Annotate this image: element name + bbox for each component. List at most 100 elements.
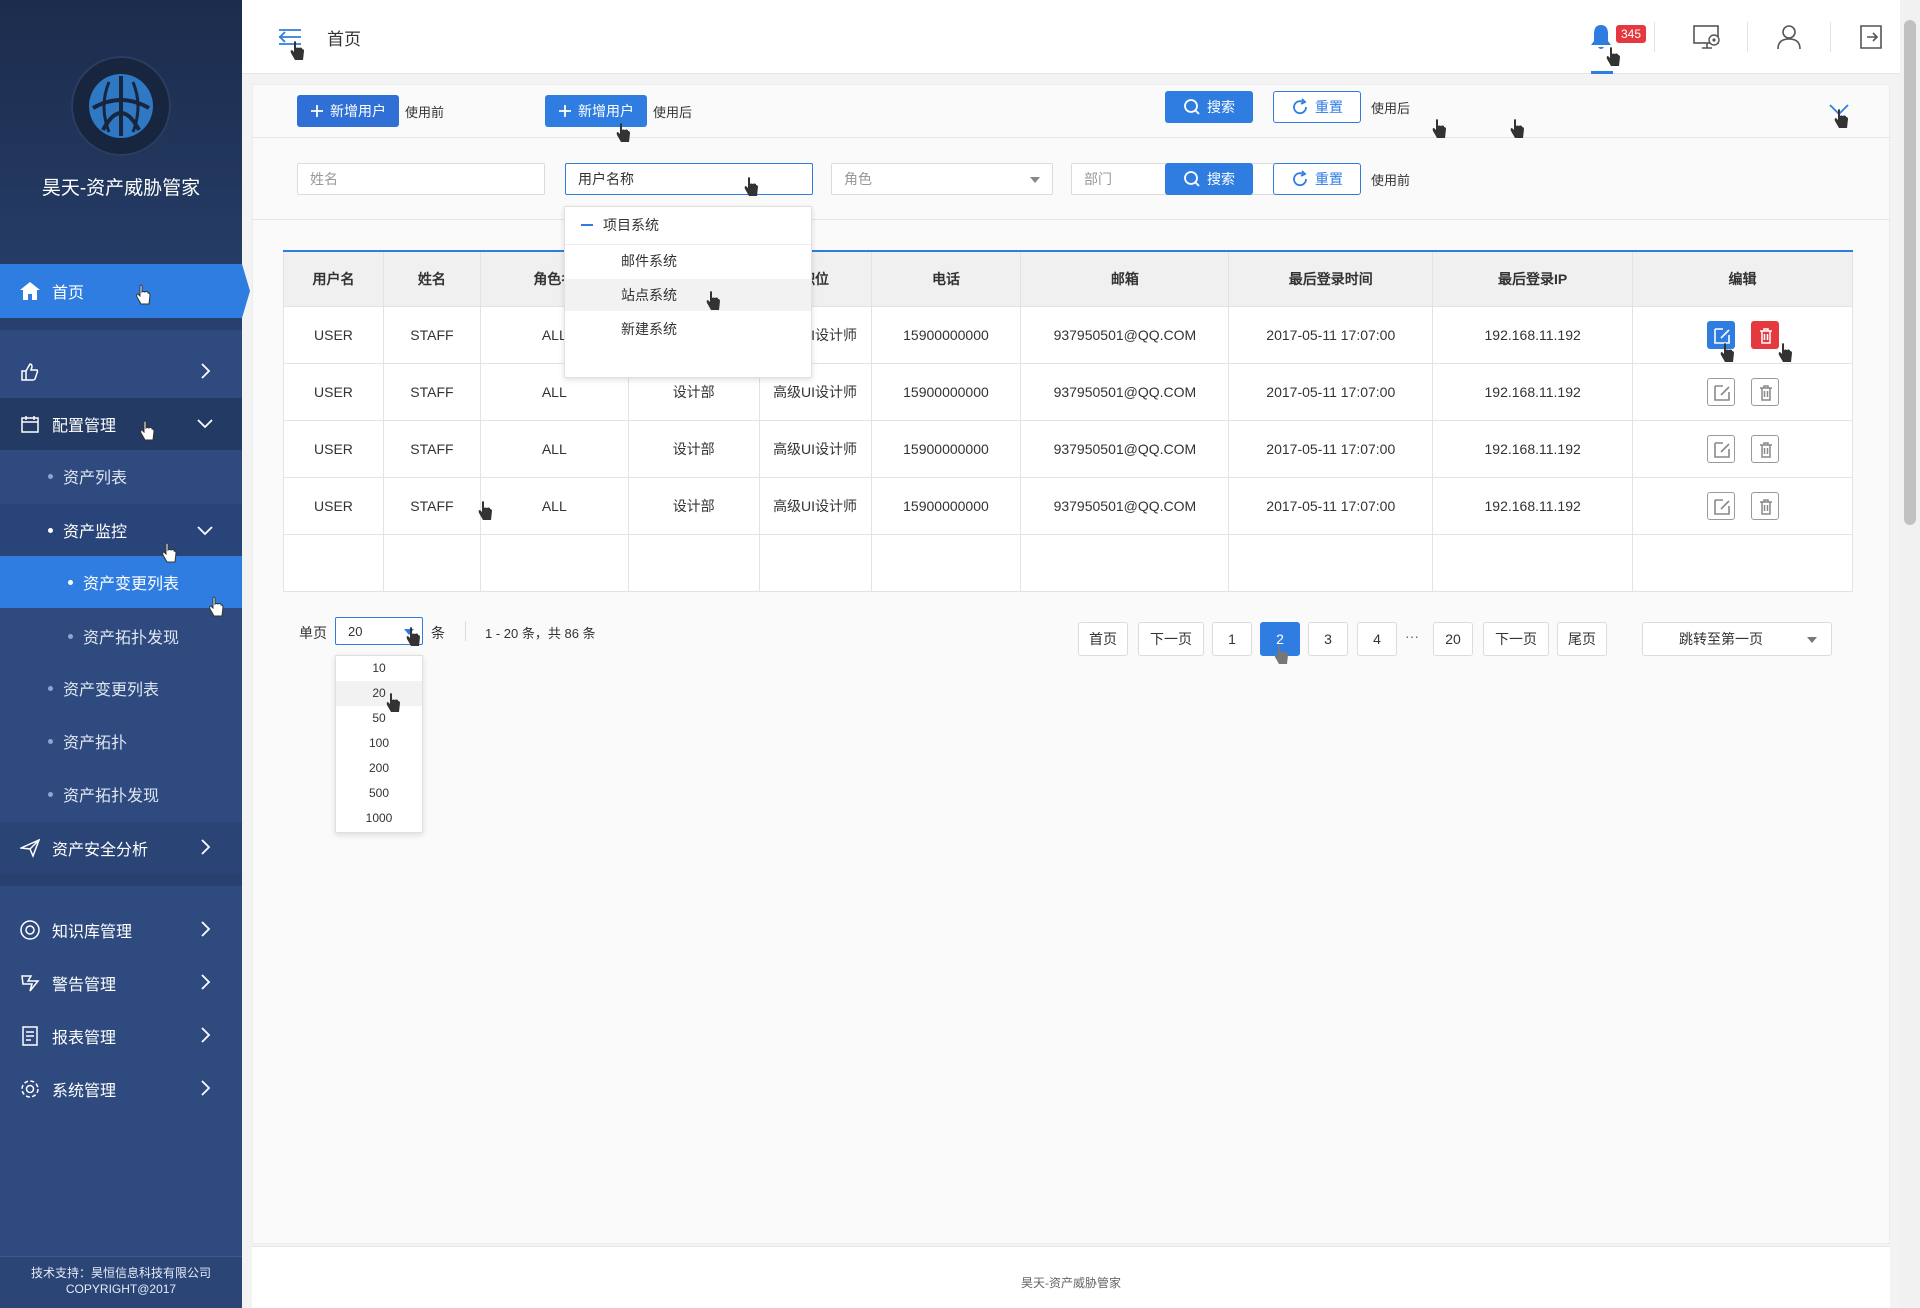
thumb-icon bbox=[18, 360, 42, 384]
table-cell: USER bbox=[283, 362, 384, 421]
edit-icon[interactable] bbox=[1706, 434, 1735, 463]
chevron-right-icon bbox=[201, 1027, 211, 1043]
page-button[interactable]: 3 bbox=[1308, 622, 1348, 656]
topbar: 首页 345 bbox=[242, 0, 1900, 74]
first-page-button[interactable]: 首页 bbox=[1078, 622, 1128, 656]
last-page-button[interactable]: 尾页 bbox=[1557, 622, 1607, 656]
menu-config[interactable]: 配置管理 bbox=[0, 398, 242, 450]
add-user-button-before[interactable]: 新增用户 bbox=[297, 95, 399, 127]
size-option[interactable]: 10 bbox=[336, 656, 422, 681]
table-cell: 2017-05-11 17:07:00 bbox=[1228, 362, 1434, 421]
pagination-summary: 1 - 20 条，共 86 条 bbox=[485, 626, 596, 641]
chevron-down-icon bbox=[197, 526, 213, 536]
plus-icon bbox=[311, 105, 323, 117]
table-row: USERSTAFFALL设计部高级UI设计师159000000009379505… bbox=[283, 419, 1853, 478]
edit-icon[interactable] bbox=[1706, 320, 1735, 349]
edit-icon[interactable] bbox=[1706, 377, 1735, 406]
table-cell bbox=[382, 533, 481, 592]
logo-icon bbox=[71, 56, 171, 156]
table-cell: USER bbox=[283, 305, 384, 364]
menu-security-analysis[interactable]: 资产安全分析 bbox=[0, 822, 242, 874]
sidebar-item-asset-topo[interactable]: 资产拓扑 bbox=[0, 715, 242, 767]
page-button[interactable]: 4 bbox=[1357, 622, 1397, 656]
prev-page-button[interactable]: 下一页 bbox=[1138, 622, 1204, 656]
dropdown-item[interactable]: 新建系统 bbox=[565, 313, 811, 345]
size-option[interactable]: 50 bbox=[336, 706, 422, 731]
chevron-down-icon[interactable] bbox=[1827, 101, 1851, 121]
dropdown-group[interactable]: 项目系统 bbox=[565, 209, 811, 241]
sidebar-item-asset-topo-discover[interactable]: 资产拓扑发现 bbox=[0, 610, 242, 662]
sidebar-footer: 技术支持：昊恒信息科技有限公司 COPYRIGHT@2017 bbox=[0, 1256, 242, 1308]
col-header: 邮箱 bbox=[1020, 250, 1230, 307]
size-option[interactable]: 500 bbox=[336, 781, 422, 806]
sidebar-item-asset-monitor[interactable]: 资产监控 bbox=[0, 504, 242, 556]
sidebar-item-asset-change-list-active[interactable]: 资产变更列表 bbox=[0, 556, 242, 608]
table-row-empty bbox=[283, 533, 1853, 592]
table-cell: 937950501@QQ.COM bbox=[1020, 419, 1230, 478]
menu-home[interactable]: 首页 bbox=[0, 264, 250, 318]
add-user-button-after[interactable]: 新增用户 bbox=[545, 95, 647, 127]
user-table: 用户名 姓名 角色名 部门 职位 电话 邮箱 最后登录时间 最后登录IP 编辑 … bbox=[283, 250, 1853, 592]
before-label: 使用前 bbox=[405, 105, 445, 120]
per-page-label: 单页 bbox=[299, 625, 327, 641]
table-cell: 192.168.11.192 bbox=[1432, 476, 1634, 535]
alert-icon bbox=[18, 971, 42, 995]
per-page-select[interactable]: 20 bbox=[335, 617, 423, 645]
menu-system[interactable]: 系统管理 bbox=[0, 1063, 242, 1115]
logout-icon[interactable] bbox=[1856, 22, 1886, 52]
search-button-before[interactable]: 搜索 bbox=[1165, 163, 1253, 195]
table-cell: USER bbox=[283, 476, 384, 535]
name-input[interactable]: 姓名 bbox=[297, 163, 545, 195]
delete-icon[interactable] bbox=[1750, 491, 1779, 520]
scrollbar-thumb[interactable] bbox=[1904, 20, 1916, 525]
next-page-button[interactable]: 下一页 bbox=[1483, 622, 1549, 656]
after-label: 使用后 bbox=[653, 105, 693, 120]
table-row: USERSTAFFALL设计部高级UI设计师159000000009379505… bbox=[283, 362, 1853, 421]
dropdown-item[interactable]: 站点系统 bbox=[565, 279, 811, 311]
delete-icon[interactable] bbox=[1750, 320, 1779, 349]
page-button-current[interactable]: 2 bbox=[1260, 622, 1300, 656]
minus-icon bbox=[581, 224, 593, 226]
edit-icon[interactable] bbox=[1706, 491, 1735, 520]
size-option[interactable]: 100 bbox=[336, 731, 422, 756]
chevron-down-icon bbox=[197, 419, 213, 429]
delete-icon[interactable] bbox=[1750, 434, 1779, 463]
size-option[interactable]: 1000 bbox=[336, 806, 422, 831]
role-select[interactable]: 角色 bbox=[831, 163, 1053, 195]
sidebar-item-asset-topo-discover-2[interactable]: 资产拓扑发现 bbox=[0, 768, 242, 820]
calendar-icon bbox=[18, 412, 42, 436]
collapse-menu-icon[interactable] bbox=[275, 22, 305, 52]
col-header: 最后登录IP bbox=[1432, 250, 1634, 307]
monitor-settings-icon[interactable] bbox=[1692, 22, 1722, 52]
table-cell: 937950501@QQ.COM bbox=[1020, 476, 1230, 535]
table-cell: STAFF bbox=[382, 419, 481, 478]
jump-page-select[interactable]: 跳转至第一页 bbox=[1642, 622, 1832, 656]
table-cell: 192.168.11.192 bbox=[1432, 362, 1634, 421]
search-button-after[interactable]: 搜索 bbox=[1165, 91, 1253, 123]
size-option[interactable]: 20 bbox=[336, 681, 422, 706]
page-button[interactable]: 1 bbox=[1212, 622, 1252, 656]
menu-knowledge[interactable]: 知识库管理 bbox=[0, 904, 242, 956]
page-button[interactable]: 20 bbox=[1433, 622, 1473, 656]
delete-icon[interactable] bbox=[1750, 377, 1779, 406]
user-icon[interactable] bbox=[1774, 22, 1804, 52]
scrollbar[interactable] bbox=[1900, 0, 1920, 1308]
page-ellipsis: ··· bbox=[1405, 628, 1419, 644]
username-input[interactable]: 用户名称 bbox=[565, 163, 813, 195]
menu-reports[interactable]: 报表管理 bbox=[0, 1010, 242, 1062]
table-cell bbox=[479, 533, 629, 592]
size-option[interactable]: 200 bbox=[336, 756, 422, 781]
sidebar-item-asset-list[interactable]: 资产列表 bbox=[0, 450, 242, 502]
sidebar-item-asset-change-list[interactable]: 资产变更列表 bbox=[0, 662, 242, 714]
table-cell bbox=[870, 533, 1022, 592]
reset-button-before[interactable]: 重置 bbox=[1273, 163, 1361, 195]
table-cell: 192.168.11.192 bbox=[1432, 419, 1634, 478]
reset-button-after[interactable]: 重置 bbox=[1273, 91, 1361, 123]
dropdown-item[interactable]: 邮件系统 bbox=[565, 245, 811, 277]
table-row: USERSTAFFALL设计部高级UI设计师159000000009379505… bbox=[283, 476, 1853, 535]
sidebar: 昊天-资产威胁管家 首页 配置管理 资产列表 资产监控 资产变更列表 资产拓扑发… bbox=[0, 0, 250, 1308]
menu-thumb[interactable] bbox=[0, 346, 242, 398]
menu-alerts[interactable]: 警告管理 bbox=[0, 957, 242, 1009]
bell-icon[interactable] bbox=[1586, 22, 1616, 52]
search-icon bbox=[1184, 171, 1200, 187]
